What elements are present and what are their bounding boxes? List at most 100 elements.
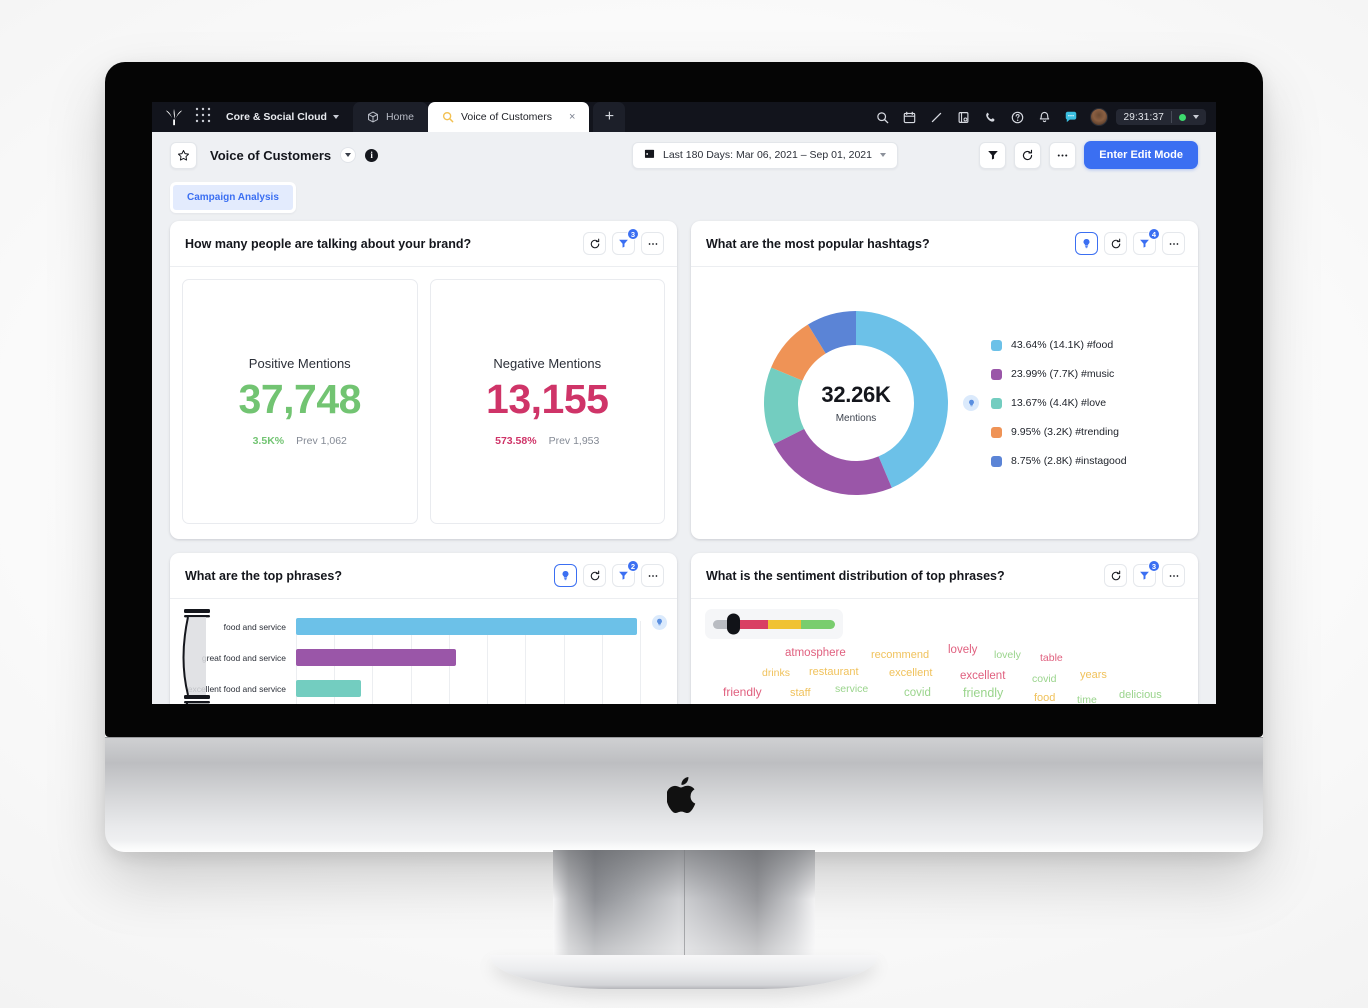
dashboard-toolbar: Voice of Customers i Last 180 Days: Mar … [152,132,1216,178]
filter-icon[interactable]: 3 [612,228,639,255]
status-dot [1179,113,1186,121]
donut-chart[interactable]: 32.26K Mentions [751,298,979,508]
bar[interactable] [296,618,638,635]
legend-item[interactable]: 8.75% (2.8K) #instagood [991,455,1127,467]
more-icon[interactable] [1162,564,1185,587]
refresh-icon[interactable] [583,564,606,587]
legend-item[interactable]: 9.95% (3.2K) #trending [991,426,1127,438]
pencil-icon[interactable] [925,106,947,128]
app-grid-icon[interactable] [184,106,212,129]
refresh-button[interactable] [1014,141,1042,169]
widget-header: How many people are talking about your b… [170,221,677,267]
calendar-icon[interactable] [898,106,920,128]
cloud-word[interactable]: friendly [723,685,762,699]
legend-label: 13.67% (4.4K) #love [1011,397,1107,409]
chat-icon[interactable] [1060,106,1082,128]
lightbulb-icon[interactable] [1075,232,1098,255]
filter-button[interactable] [979,141,1007,169]
cloud-word[interactable]: excellent [889,667,932,679]
sentiment-slider[interactable] [705,609,843,639]
leaf-logo-icon[interactable] [164,108,184,126]
cloud-word[interactable]: years [1080,669,1107,681]
more-icon[interactable] [641,564,664,587]
tab-label: Voice of Customers [460,111,552,123]
cloud-word[interactable]: food [1034,692,1055,704]
donut-legend: 43.64% (14.1K) #food 23.99% (7.7K) #music… [991,339,1127,467]
org-switcher[interactable]: Core & Social Cloud [226,111,339,123]
refresh-icon[interactable] [1104,232,1127,255]
phone-icon[interactable] [979,106,1001,128]
more-icon[interactable] [1162,232,1185,255]
cloud-word[interactable]: table [1040,652,1063,664]
legend-item[interactable]: 23.99% (7.7K) #music [991,368,1127,380]
notebook-icon[interactable] [952,106,974,128]
session-timer[interactable]: 29:31:37 [1116,109,1206,125]
cloud-word[interactable]: delicious [1119,689,1162,701]
cloud-word[interactable]: lovely [948,644,977,656]
close-icon[interactable]: × [569,111,575,123]
widget-actions: 3 [583,228,664,255]
widget-grid: How many people are talking about your b… [152,221,1216,704]
more-icon[interactable] [641,232,664,255]
kpi-previous: Prev 1,953 [548,434,600,447]
kpi-delta: 3.5K% [252,434,285,447]
tab-home[interactable]: Home [352,102,428,132]
cloud-word[interactable]: friendly [963,686,1003,700]
new-tab-button[interactable]: + [593,102,626,132]
enter-edit-mode-button[interactable]: Enter Edit Mode [1084,141,1198,169]
calendar-icon [644,148,655,162]
filter-icon[interactable]: 3 [1133,560,1160,587]
lightbulb-icon[interactable] [554,564,577,587]
filter-icon[interactable]: 4 [1133,228,1160,255]
cloud-word[interactable]: atmosphere [785,647,846,659]
donut-slice[interactable] [773,428,892,495]
legend-swatch [991,397,1002,409]
bar[interactable] [296,649,457,666]
cloud-word[interactable]: drinks [762,667,790,679]
tab-voice-of-customers[interactable]: Voice of Customers × [427,102,590,132]
app-bar-left: Core & Social Cloud Home Voice of Custom… [152,102,626,132]
widget-title: What are the top phrases? [185,568,342,583]
cloud-word[interactable]: covid [904,687,931,699]
legend-item[interactable]: 13.67% (4.4K) #love [991,397,1127,409]
cloud-word[interactable]: covid [1032,673,1057,685]
tab-campaign-analysis[interactable]: Campaign Analysis [170,182,296,213]
chevron-down-icon [879,153,886,157]
kpi-delta: 573.58% [495,434,537,447]
widget-top-phrases: What are the top phrases? 2 food and ser… [170,553,677,704]
filter-badge: 2 [627,560,639,572]
more-options-button[interactable] [1049,141,1077,169]
widget-title: How many people are talking about your b… [185,236,472,251]
cloud-word[interactable]: excellent [960,670,1005,682]
monitor-stand-base [490,955,878,989]
filter-icon[interactable]: 2 [612,560,639,587]
help-icon[interactable] [1006,106,1028,128]
sentiment-knob[interactable] [727,613,740,635]
widget-header: What are the most popular hashtags? 4 [691,221,1198,267]
insight-marker-icon[interactable] [652,615,667,630]
bar[interactable] [296,680,361,697]
user-avatar[interactable] [1090,108,1109,126]
cloud-word[interactable]: recommend [871,649,929,661]
cloud-word[interactable]: lovely [994,649,1021,661]
app-bar-right: 29:31:37 [866,102,1216,132]
kpi-row: Positive Mentions 37,748 3.5K% Prev 1,06… [170,267,677,536]
favorite-star-button[interactable] [170,141,197,169]
cloud-word[interactable]: staff [790,687,811,699]
widget-actions: 3 [1104,560,1185,587]
legend-swatch [991,368,1002,380]
refresh-icon[interactable] [1104,564,1127,587]
dashboard-title-group[interactable]: Voice of Customers i [210,147,379,163]
legend-item[interactable]: 43.64% (14.1K) #food [991,339,1127,351]
cloud-word[interactable]: time [1077,694,1097,704]
refresh-icon[interactable] [583,232,606,255]
insight-marker-icon[interactable] [963,395,979,411]
info-icon[interactable]: i [365,148,379,162]
cloud-word[interactable]: restaurant [809,666,859,678]
date-range-picker[interactable]: Last 180 Days: Mar 06, 2021 – Sep 01, 20… [632,141,898,169]
cloud-word[interactable]: service [835,683,868,695]
chevron-down-icon[interactable] [340,147,357,163]
filter-badge: 3 [1148,560,1160,572]
bell-icon[interactable] [1033,106,1055,128]
search-icon[interactable] [871,106,893,128]
